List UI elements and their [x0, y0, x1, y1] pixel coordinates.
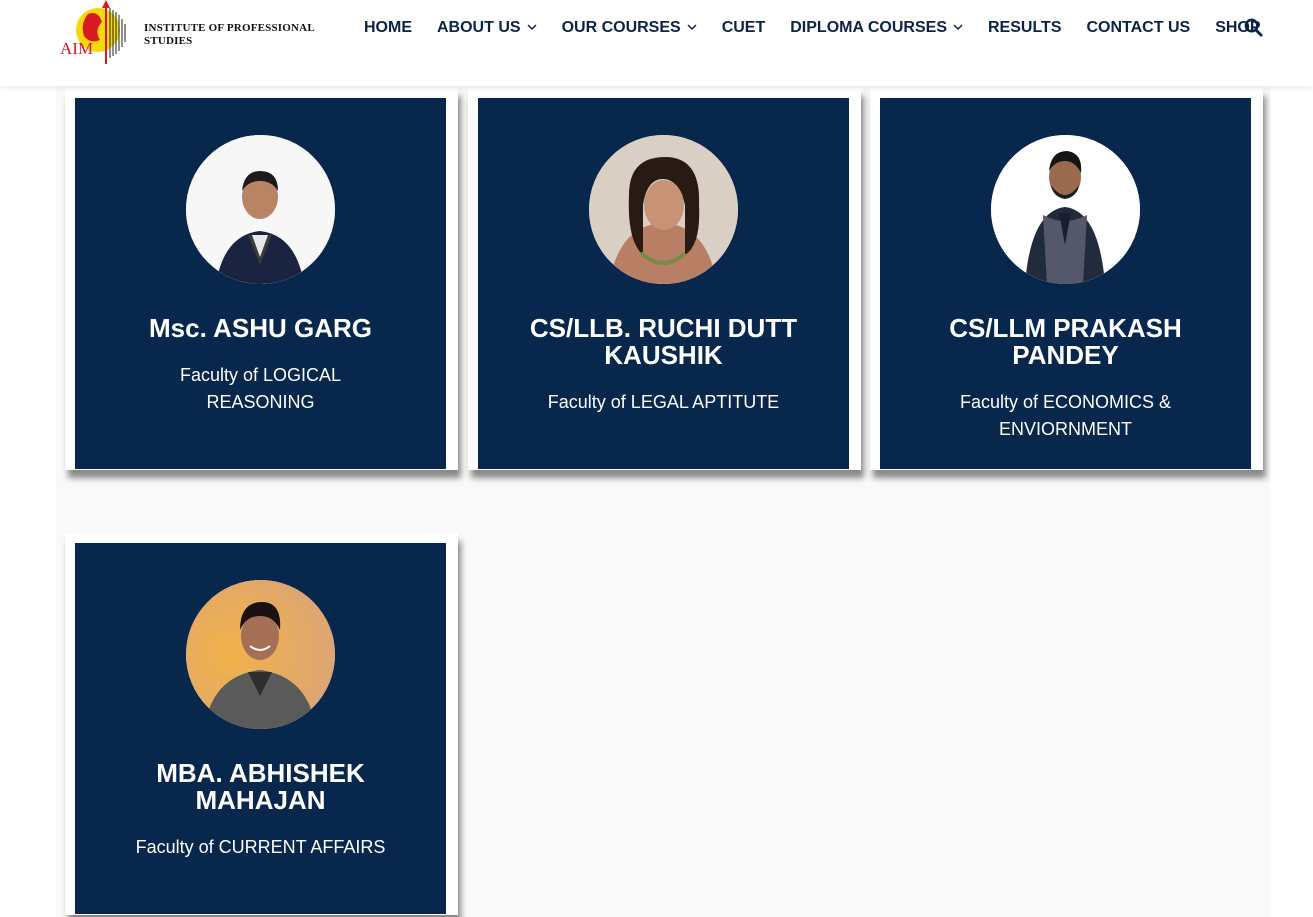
faculty-avatar — [186, 580, 335, 729]
main-nav: HOME ABOUT US OUR COURSES CUET DIPLOMA C… — [364, 0, 1286, 56]
site-header: AIM INSTITUTE OF PROFESSIONAL STUDIES HO… — [0, 0, 1313, 86]
faculty-card: CS/LLB. RUCHI DUTT KAUSHIK Faculty of LE… — [468, 88, 861, 470]
nav-our-courses[interactable]: OUR COURSES — [562, 19, 697, 37]
faculty-card: Msc. ASHU GARG Faculty of LOGICAL REASON… — [65, 88, 458, 470]
faculty-role: Faculty of LEGAL APTITUTE — [547, 392, 780, 412]
site-logo[interactable]: AIM INSTITUTE OF PROFESSIONAL STUDIES — [58, 0, 318, 68]
faculty-role: Faculty of LOGICAL REASONING — [179, 365, 342, 412]
faculty-card-body: Msc. ASHU GARG Faculty of LOGICAL REASON… — [75, 98, 446, 469]
faculty-role: Faculty of ECONOMICS & ENVIORNMENT — [959, 392, 1172, 439]
faculty-avatar — [589, 135, 738, 284]
nav-cuet[interactable]: CUET — [722, 19, 766, 37]
faculty-card-body: CS/LLB. RUCHI DUTT KAUSHIK Faculty of LE… — [478, 98, 849, 469]
nav-about-us[interactable]: ABOUT US — [437, 19, 537, 37]
brand-name: INSTITUTE OF PROFESSIONAL STUDIES — [144, 22, 324, 48]
chevron-down-icon — [687, 24, 697, 31]
brand-name-line1: INSTITUTE OF PROFESSIONAL — [144, 22, 315, 34]
faculty-card: MBA. ABHISHEK MAHAJAN Faculty of CURRENT… — [65, 533, 458, 915]
search-icon[interactable] — [1244, 18, 1263, 37]
person-photo-icon — [186, 135, 335, 284]
faculty-avatar — [991, 135, 1140, 284]
faculty-card-body: MBA. ABHISHEK MAHAJAN Faculty of CURRENT… — [75, 543, 446, 914]
faculty-role: Faculty of CURRENT AFFAIRS — [135, 837, 386, 857]
faculty-card: CS/LLM PRAKASH PANDEY Faculty of ECONOMI… — [870, 88, 1263, 470]
brand-name-line2: STUDIES — [144, 35, 193, 47]
chevron-down-icon — [953, 24, 963, 31]
nav-contact-us[interactable]: CONTACT US — [1086, 19, 1190, 37]
faculty-name: MBA. ABHISHEK MAHAJAN — [156, 758, 365, 815]
nav-home[interactable]: HOME — [364, 19, 412, 37]
nav-results[interactable]: RESULTS — [988, 19, 1061, 37]
faculty-card-body: CS/LLM PRAKASH PANDEY Faculty of ECONOMI… — [880, 98, 1251, 469]
logo-text: AIM — [60, 39, 93, 58]
person-photo-icon — [589, 135, 738, 284]
person-photo-icon — [186, 580, 335, 729]
aim-logo-icon: AIM — [60, 0, 126, 64]
faculty-name: Msc. ASHU GARG — [149, 313, 372, 343]
faculty-name: CS/LLB. RUCHI DUTT KAUSHIK — [529, 313, 798, 370]
faculty-avatar — [186, 135, 335, 284]
chevron-down-icon — [527, 24, 537, 31]
person-photo-icon — [991, 135, 1140, 284]
nav-diploma-courses[interactable]: DIPLOMA COURSES — [790, 19, 963, 37]
faculty-name: CS/LLM PRAKASH PANDEY — [949, 313, 1182, 370]
